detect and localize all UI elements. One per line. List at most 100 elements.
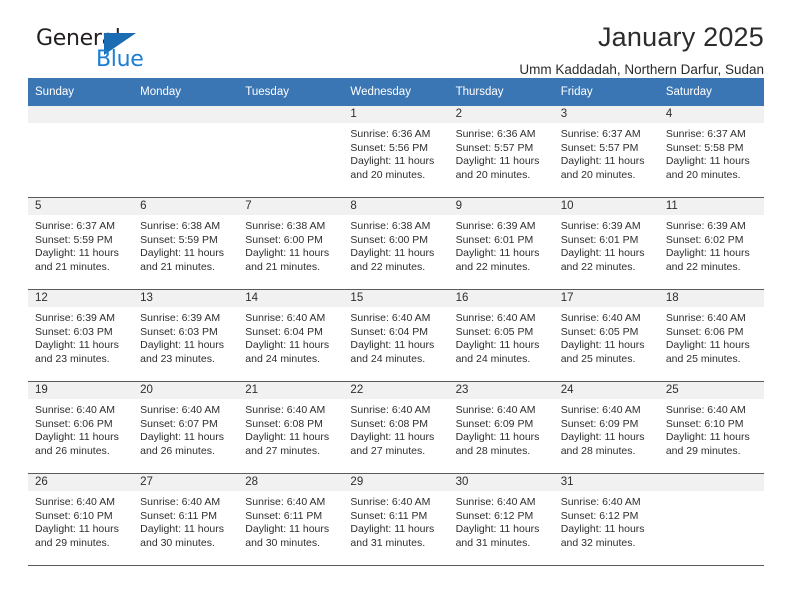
calendar-day-cell[interactable]: 27 Sunrise: 6:40 AM Sunset: 6:11 PM Dayligh… (133, 473, 239, 565)
daylight-text-line2: and 24 minutes. (455, 352, 531, 365)
day-number: 23 (448, 382, 554, 399)
day-details: Sunrise: 6:40 AM Sunset: 6:07 PM Daylight:… (133, 399, 238, 458)
day-details: Sunrise: 6:40 AM Sunset: 6:08 PM Daylight:… (238, 399, 343, 458)
weekday-header-monday: Monday (133, 78, 239, 106)
sunset-text: Sunset: 6:01 PM (560, 233, 639, 246)
day-number (28, 106, 134, 123)
sunrise-text: Sunrise: 6:39 AM (455, 220, 536, 232)
calendar-day-cell[interactable]: 24 Sunrise: 6:40 AM Sunset: 6:09 PM Dayligh… (553, 381, 659, 474)
calendar-day-cell[interactable]: 29 Sunrise: 6:40 AM Sunset: 6:11 PM Dayligh… (343, 473, 449, 565)
day-details: Sunrise: 6:40 AM Sunset: 6:04 PM Daylight:… (238, 307, 343, 366)
sunset-text: Sunset: 5:57 PM (560, 141, 639, 154)
daylight-text-line2: and 31 minutes. (455, 536, 531, 549)
daylight-text-line1: Daylight: 11 hours (245, 247, 330, 259)
day-number: 10 (553, 198, 659, 215)
daylight-text-line1: Daylight: 11 hours (350, 339, 435, 351)
daylight-text-line2: and 27 minutes. (245, 444, 320, 457)
calendar-day-cell[interactable]: 5 Sunrise: 6:37 AM Sunset: 5:59 PM Daylight… (28, 197, 134, 290)
daylight-text-line1: Daylight: 11 hours (350, 431, 435, 443)
calendar-day-cell[interactable]: 2 Sunrise: 6:36 AM Sunset: 5:57 PM Daylight… (448, 106, 554, 198)
title-block: January 2025 Umm Kaddadah, Northern Darf… (519, 0, 764, 77)
daylight-text-line2: and 24 minutes. (350, 352, 426, 365)
daylight-text-line1: Daylight: 11 hours (560, 523, 645, 535)
day-number: 12 (28, 290, 134, 307)
day-number: 31 (553, 474, 659, 491)
daylight-text-line2: and 20 minutes. (455, 168, 531, 181)
day-details: Sunrise: 6:40 AM Sunset: 6:12 PM Daylight:… (449, 491, 554, 550)
calendar-day-cell[interactable]: 18 Sunrise: 6:40 AM Sunset: 6:06 PM Dayligh… (658, 289, 764, 382)
day-number: 3 (553, 106, 659, 123)
calendar-day-cell[interactable]: 17 Sunrise: 6:40 AM Sunset: 6:05 PM Dayligh… (553, 289, 659, 382)
day-number: 29 (343, 474, 449, 491)
day-number: 27 (133, 474, 239, 491)
calendar-day-cell[interactable]: 10 Sunrise: 6:39 AM Sunset: 6:01 PM Dayligh… (553, 197, 659, 290)
sunset-text: Sunset: 6:06 PM (35, 417, 113, 430)
day-details: Sunrise: 6:39 AM Sunset: 6:01 PM Daylight:… (449, 215, 554, 274)
calendar-day-cell[interactable]: 1 Sunrise: 6:36 AM Sunset: 5:56 PM Daylight… (343, 106, 449, 198)
day-number: 18 (658, 290, 764, 307)
day-number: 30 (448, 474, 554, 491)
sunrise-text: Sunrise: 6:40 AM (665, 312, 746, 324)
calendar-day-cell[interactable]: 22 Sunrise: 6:40 AM Sunset: 6:08 PM Dayligh… (343, 381, 449, 474)
calendar-day-cell[interactable]: 19 Sunrise: 6:40 AM Sunset: 6:06 PM Dayligh… (28, 381, 134, 474)
daylight-text-line2: and 30 minutes. (245, 536, 320, 549)
calendar-day-cell[interactable]: 21 Sunrise: 6:40 AM Sunset: 6:08 PM Dayligh… (238, 381, 344, 474)
calendar-day-cell[interactable]: 31 Sunrise: 6:40 AM Sunset: 6:12 PM Dayligh… (553, 473, 659, 565)
daylight-text-line2: and 29 minutes. (35, 536, 110, 549)
calendar-day-cell[interactable]: 28 Sunrise: 6:40 AM Sunset: 6:11 PM Dayligh… (238, 473, 344, 565)
sunrise-text: Sunrise: 6:40 AM (350, 496, 431, 508)
sunset-text: Sunset: 6:03 PM (35, 325, 113, 338)
day-number: 8 (343, 198, 449, 215)
calendar-day-cell[interactable]: 4 Sunrise: 6:37 AM Sunset: 5:58 PM Daylight… (658, 106, 764, 198)
calendar-day-cell[interactable]: 14 Sunrise: 6:40 AM Sunset: 6:04 PM Dayligh… (238, 289, 344, 382)
day-details: Sunrise: 6:39 AM Sunset: 6:03 PM Daylight:… (133, 307, 238, 366)
sunrise-text: Sunrise: 6:40 AM (35, 496, 115, 508)
day-number: 1 (343, 106, 449, 123)
calendar-day-cell[interactable]: 15 Sunrise: 6:40 AM Sunset: 6:04 PM Dayligh… (343, 289, 449, 382)
calendar-day-cell[interactable]: 9 Sunrise: 6:39 AM Sunset: 6:01 PM Daylight… (448, 197, 554, 290)
daylight-text-line1: Daylight: 11 hours (455, 431, 540, 443)
calendar-day-cell[interactable]: 6 Sunrise: 6:38 AM Sunset: 5:59 PM Daylight… (133, 197, 239, 290)
daylight-text-line2: and 22 minutes. (560, 260, 636, 273)
day-number: 22 (343, 382, 449, 399)
daylight-text-line2: and 20 minutes. (665, 168, 741, 181)
calendar-day-cell[interactable]: 30 Sunrise: 6:40 AM Sunset: 6:12 PM Dayligh… (448, 473, 554, 565)
day-details: Sunrise: 6:38 AM Sunset: 6:00 PM Daylight:… (238, 215, 343, 274)
daylight-text-line1: Daylight: 11 hours (245, 339, 330, 351)
calendar-day-cell[interactable]: 25 Sunrise: 6:40 AM Sunset: 6:10 PM Dayligh… (658, 381, 764, 474)
sunrise-text: Sunrise: 6:40 AM (245, 404, 326, 416)
calendar-day-cell[interactable]: 11 Sunrise: 6:39 AM Sunset: 6:02 PM Dayligh… (658, 197, 764, 290)
daylight-text-line1: Daylight: 11 hours (455, 247, 540, 259)
daylight-text-line1: Daylight: 11 hours (560, 339, 645, 351)
calendar-week-row: 26 Sunrise: 6:40 AM Sunset: 6:10 PM Dayligh… (28, 473, 764, 565)
calendar-day-cell[interactable]: 12 Sunrise: 6:39 AM Sunset: 6:03 PM Dayligh… (28, 289, 134, 382)
calendar-day-cell[interactable]: 23 Sunrise: 6:40 AM Sunset: 6:09 PM Dayligh… (448, 381, 554, 474)
sunset-text: Sunset: 6:07 PM (140, 417, 218, 430)
day-number: 9 (448, 198, 554, 215)
weekday-header-thursday: Thursday (448, 78, 554, 106)
day-number: 15 (343, 290, 449, 307)
calendar-day-cell[interactable]: 8 Sunrise: 6:38 AM Sunset: 6:00 PM Daylight… (343, 197, 449, 290)
sunset-text: Sunset: 5:58 PM (665, 141, 744, 154)
sunrise-text: Sunrise: 6:40 AM (455, 312, 536, 324)
calendar-week-row: 5 Sunrise: 6:37 AM Sunset: 5:59 PM Daylight… (28, 197, 764, 290)
sunrise-text: Sunrise: 6:40 AM (140, 496, 221, 508)
daylight-text-line1: Daylight: 11 hours (665, 339, 750, 351)
calendar-day-cell[interactable]: 26 Sunrise: 6:40 AM Sunset: 6:10 PM Dayligh… (28, 473, 134, 565)
daylight-text-line1: Daylight: 11 hours (350, 155, 435, 167)
sunset-text: Sunset: 5:59 PM (35, 233, 113, 246)
calendar-day-cell[interactable]: 3 Sunrise: 6:37 AM Sunset: 5:57 PM Daylight… (553, 106, 659, 198)
calendar-day-cell[interactable]: 16 Sunrise: 6:40 AM Sunset: 6:05 PM Dayligh… (448, 289, 554, 382)
day-number (238, 106, 344, 123)
daylight-text-line2: and 29 minutes. (665, 444, 741, 457)
calendar-day-cell[interactable]: 7 Sunrise: 6:38 AM Sunset: 6:00 PM Daylight… (238, 197, 344, 290)
sunrise-text: Sunrise: 6:40 AM (35, 404, 115, 416)
calendar-day-cell[interactable]: 20 Sunrise: 6:40 AM Sunset: 6:07 PM Dayligh… (133, 381, 239, 474)
daylight-text-line1: Daylight: 11 hours (140, 523, 224, 535)
weekday-header-row: Sunday Monday Tuesday Wednesday Thursday… (28, 78, 764, 106)
sunrise-text: Sunrise: 6:40 AM (455, 404, 536, 416)
calendar-day-cell[interactable]: 13 Sunrise: 6:39 AM Sunset: 6:03 PM Dayligh… (133, 289, 239, 382)
day-details: Sunrise: 6:40 AM Sunset: 6:11 PM Daylight:… (133, 491, 238, 550)
sunrise-text: Sunrise: 6:40 AM (455, 496, 536, 508)
generalblue-logo[interactable]: General Blue (36, 28, 166, 80)
